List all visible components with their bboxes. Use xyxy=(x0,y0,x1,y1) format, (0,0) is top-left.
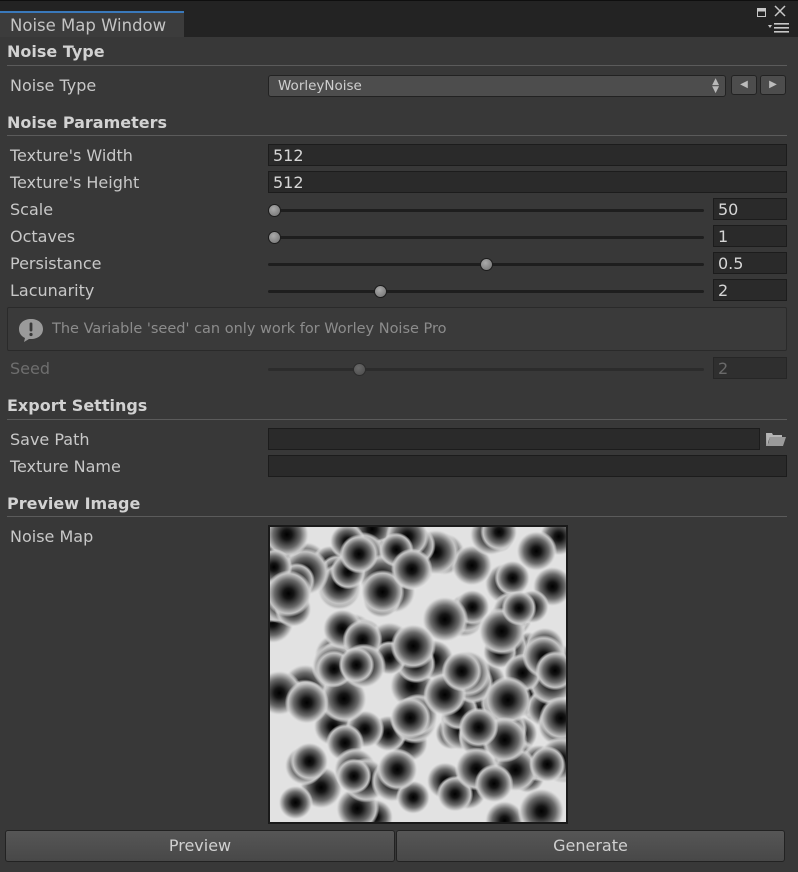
warning-icon xyxy=(18,318,43,342)
persistance-field[interactable]: 0.5 xyxy=(713,252,787,274)
section-divider xyxy=(7,516,787,517)
scale-field[interactable]: 50 xyxy=(713,198,787,220)
help-box: The Variable 'seed' can only work for Wo… xyxy=(7,307,787,351)
scale-label: Scale xyxy=(10,200,54,219)
close-icon[interactable] xyxy=(774,5,786,19)
noise-type-selected: WorleyNoise xyxy=(278,78,362,94)
preview-button[interactable]: Preview xyxy=(5,830,395,862)
seed-slider-track xyxy=(268,368,704,371)
texture-name-field[interactable] xyxy=(268,455,787,477)
octaves-slider-thumb[interactable] xyxy=(268,231,281,244)
texture-name-label: Texture Name xyxy=(10,457,121,476)
texture-width-field[interactable]: 512 xyxy=(268,144,787,166)
section-divider xyxy=(7,419,787,420)
noise-map-label: Noise Map xyxy=(10,527,94,546)
seed-label: Seed xyxy=(10,359,50,378)
section-header-noise-parameters: Noise Parameters xyxy=(7,113,168,132)
persistance-slider-thumb[interactable] xyxy=(479,258,493,271)
dropdown-arrows-icon: ▲ ▼ xyxy=(712,77,719,95)
save-path-field[interactable] xyxy=(268,428,760,450)
section-divider xyxy=(7,135,787,136)
menu-icon[interactable] xyxy=(768,22,790,35)
octaves-field[interactable]: 1 xyxy=(713,225,787,247)
lacunarity-field[interactable]: 2 xyxy=(713,279,787,301)
texture-height-field[interactable]: 512 xyxy=(268,171,787,193)
next-noise-button[interactable]: ▶ xyxy=(760,75,786,95)
save-path-label: Save Path xyxy=(10,430,90,449)
scale-slider-track[interactable] xyxy=(268,209,704,212)
previous-noise-button[interactable]: ◀ xyxy=(731,75,757,95)
window-title-bar: Noise Map Window xyxy=(0,0,798,37)
arrow-right-icon: ▶ xyxy=(769,79,777,90)
lacunarity-slider-thumb[interactable] xyxy=(373,285,387,298)
lacunarity-slider-track[interactable] xyxy=(268,290,704,293)
help-message: The Variable 'seed' can only work for Wo… xyxy=(52,321,447,337)
texture-height-label: Texture's Height xyxy=(10,173,140,192)
seed-slider-thumb xyxy=(352,363,366,376)
section-header-export-settings: Export Settings xyxy=(7,396,148,415)
noise-map-preview-image xyxy=(268,525,568,824)
section-header-preview-image: Preview Image xyxy=(7,494,141,513)
generate-button[interactable]: Generate xyxy=(396,830,785,862)
noise-type-label: Noise Type xyxy=(10,76,97,95)
texture-width-label: Texture's Width xyxy=(10,146,133,165)
section-header-noise-type: Noise Type xyxy=(7,42,105,61)
persistance-label: Persistance xyxy=(10,254,102,273)
octaves-slider-track[interactable] xyxy=(268,236,704,239)
folder-icon[interactable] xyxy=(765,431,787,447)
noise-type-dropdown[interactable]: WorleyNoise ▲ ▼ xyxy=(268,75,726,97)
arrow-left-icon: ◀ xyxy=(740,79,748,90)
maximize-icon[interactable] xyxy=(757,7,766,19)
scale-slider-thumb[interactable] xyxy=(268,204,281,217)
lacunarity-label: Lacunarity xyxy=(10,281,95,300)
window-title: Noise Map Window xyxy=(10,16,167,35)
seed-field: 2 xyxy=(713,357,787,379)
window-tab[interactable]: Noise Map Window xyxy=(0,11,184,37)
section-divider xyxy=(7,65,787,66)
octaves-label: Octaves xyxy=(10,227,76,246)
